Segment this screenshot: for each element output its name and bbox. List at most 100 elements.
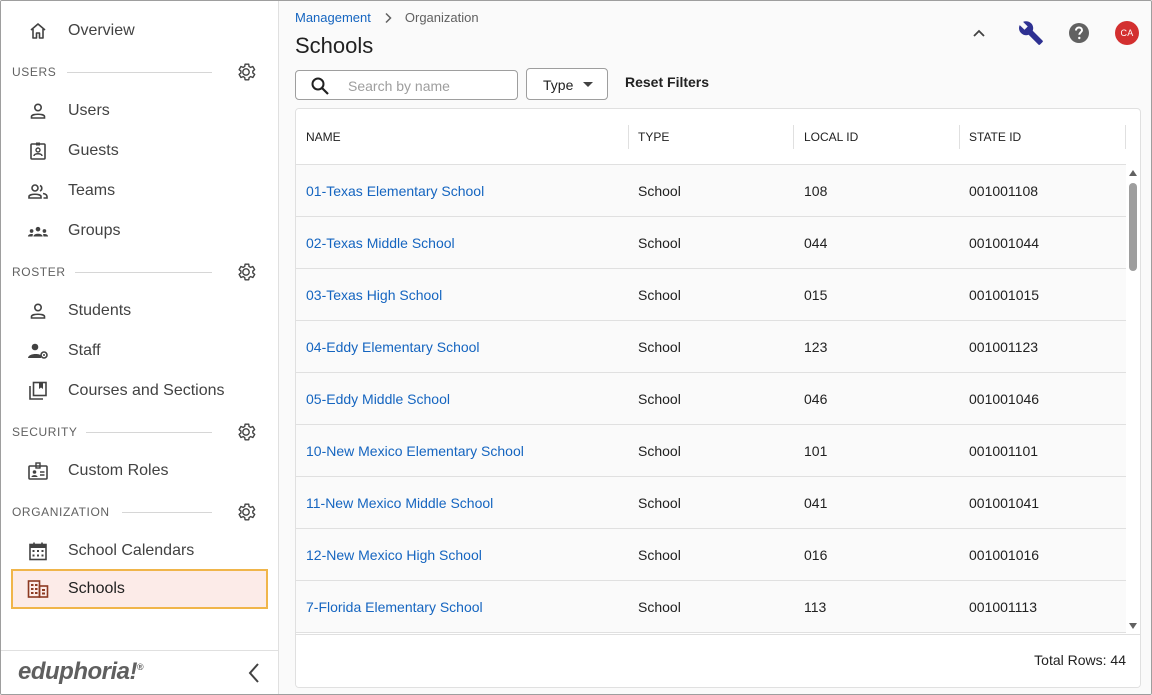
- sidebar-item-teams[interactable]: Teams: [11, 171, 268, 211]
- school-type: School: [638, 339, 681, 355]
- school-name-link[interactable]: 11-New Mexico Middle School: [306, 495, 493, 511]
- breadcrumb-management[interactable]: Management: [295, 10, 371, 25]
- school-name-link[interactable]: 02-Texas Middle School: [306, 235, 455, 251]
- chevron-up-icon[interactable]: [969, 23, 989, 43]
- sidebar-item-custom-roles[interactable]: Custom Roles: [11, 451, 268, 491]
- table-row[interactable]: 01-Texas Elementary School School 108 00…: [296, 165, 1126, 217]
- state-id: 001001044: [969, 235, 1040, 251]
- column-divider[interactable]: [793, 125, 794, 149]
- user-avatar[interactable]: CA: [1115, 21, 1139, 45]
- type-filter-dropdown[interactable]: Type: [526, 68, 608, 100]
- table-row[interactable]: 12-New Mexico High School School 016 001…: [296, 529, 1126, 581]
- local-id: 044: [804, 235, 828, 251]
- eduphoria-logo: eduphoria!®: [18, 658, 144, 686]
- local-id: 041: [804, 495, 828, 511]
- scroll-down-arrow-icon[interactable]: [1129, 623, 1137, 629]
- school-name-link[interactable]: 03-Texas High School: [306, 287, 442, 303]
- wrench-icon[interactable]: [1018, 20, 1044, 46]
- state-id: 001001016: [969, 547, 1040, 563]
- table-row[interactable]: 04-Eddy Elementary School School 123 001…: [296, 321, 1126, 373]
- sidebar-item-guests[interactable]: Guests: [11, 131, 268, 171]
- sidebar-item-overview[interactable]: Overview: [11, 11, 268, 51]
- local-id: 108: [804, 183, 828, 199]
- divider: [122, 512, 212, 513]
- section-title: SECURITY: [12, 425, 78, 439]
- person-icon: [27, 301, 49, 321]
- gear-icon[interactable]: [235, 61, 257, 83]
- gear-icon[interactable]: [235, 421, 257, 443]
- school-name-link[interactable]: 01-Texas Elementary School: [306, 183, 484, 199]
- sidebar-item-groups[interactable]: Groups: [11, 211, 268, 251]
- state-id: 001001113: [969, 599, 1037, 615]
- divider: [67, 72, 212, 73]
- sidebar-item-label: Overview: [68, 22, 135, 39]
- groups-icon: [27, 221, 49, 241]
- breadcrumb: Management Organization: [295, 10, 479, 25]
- section-title: USERS: [12, 65, 57, 79]
- school-name-link[interactable]: 7-Florida Elementary School: [306, 599, 483, 615]
- main-content: Management Organization Schools CA Searc…: [279, 1, 1151, 694]
- table-row[interactable]: 02-Texas Middle School School 044 001001…: [296, 217, 1126, 269]
- sidebar-item-staff[interactable]: Staff: [11, 331, 268, 371]
- sidebar: Overview USERS Users Guests Teams Groups…: [1, 1, 279, 694]
- column-divider[interactable]: [628, 125, 629, 149]
- column-header-name[interactable]: NAME: [306, 130, 341, 144]
- local-id: 113: [804, 599, 827, 615]
- scrollbar-thumb[interactable]: [1129, 183, 1137, 271]
- state-id: 001001101: [969, 443, 1039, 459]
- column-header-type[interactable]: TYPE: [638, 130, 669, 144]
- page-title: Schools: [295, 33, 374, 58]
- table-row[interactable]: 7-Florida Elementary School School 113 0…: [296, 581, 1126, 633]
- section-header-users: USERS: [12, 62, 268, 82]
- chevron-right-icon: [383, 12, 393, 24]
- badge-icon: [27, 141, 49, 161]
- school-type: School: [638, 235, 681, 251]
- school-type: School: [638, 287, 681, 303]
- state-id: 001001041: [969, 495, 1040, 511]
- search-icon: [310, 76, 330, 96]
- local-id: 123: [804, 339, 828, 355]
- calendar-icon: [27, 541, 49, 561]
- school-name-link[interactable]: 04-Eddy Elementary School: [306, 339, 480, 355]
- sidebar-item-users[interactable]: Users: [11, 91, 268, 131]
- home-icon: [27, 21, 49, 41]
- people-icon: [27, 181, 49, 201]
- school-name-link[interactable]: 12-New Mexico High School: [306, 547, 482, 563]
- chevron-left-icon[interactable]: [243, 661, 267, 685]
- column-divider[interactable]: [1125, 125, 1126, 149]
- school-name-link[interactable]: 10-New Mexico Elementary School: [306, 443, 524, 459]
- table-scrollbar[interactable]: [1126, 165, 1140, 634]
- library-books-icon: [27, 381, 49, 401]
- schools-table: NAME TYPE LOCAL ID STATE ID 01-Texas Ele…: [295, 108, 1141, 688]
- section-header-organization: ORGANIZATION: [12, 502, 268, 522]
- gear-icon[interactable]: [235, 261, 257, 283]
- sidebar-item-courses-and-sections[interactable]: Courses and Sections: [11, 371, 268, 411]
- local-id: 101: [804, 443, 828, 459]
- sidebar-item-label: Courses and Sections: [68, 382, 225, 399]
- table-row[interactable]: 10-New Mexico Elementary School School 1…: [296, 425, 1126, 477]
- state-id: 001001015: [969, 287, 1040, 303]
- search-input[interactable]: [348, 76, 508, 96]
- column-divider[interactable]: [959, 125, 960, 149]
- state-id: 001001108: [969, 183, 1039, 199]
- section-header-security: SECURITY: [12, 422, 268, 442]
- table-body: 01-Texas Elementary School School 108 00…: [296, 165, 1126, 634]
- sidebar-item-schools[interactable]: Schools: [11, 569, 268, 609]
- sidebar-item-students[interactable]: Students: [11, 291, 268, 331]
- type-filter-label: Type: [543, 77, 574, 93]
- reset-filters-button[interactable]: Reset Filters: [625, 74, 709, 90]
- sidebar-item-school-calendars[interactable]: School Calendars: [11, 531, 268, 571]
- search-field[interactable]: [295, 70, 518, 100]
- help-icon[interactable]: [1067, 21, 1091, 45]
- section-title: ORGANIZATION: [12, 505, 110, 519]
- table-row[interactable]: 05-Eddy Middle School School 046 0010010…: [296, 373, 1126, 425]
- gear-icon[interactable]: [235, 501, 257, 523]
- scroll-up-arrow-icon[interactable]: [1129, 170, 1137, 176]
- column-header-state-id[interactable]: STATE ID: [969, 130, 1021, 144]
- table-header: NAME TYPE LOCAL ID STATE ID: [296, 109, 1126, 165]
- school-name-link[interactable]: 05-Eddy Middle School: [306, 391, 450, 407]
- table-row[interactable]: 11-New Mexico Middle School School 041 0…: [296, 477, 1126, 529]
- table-row[interactable]: 03-Texas High School School 015 00100101…: [296, 269, 1126, 321]
- column-header-local-id[interactable]: LOCAL ID: [804, 130, 858, 144]
- total-rows: Total Rows: 44: [1034, 652, 1126, 668]
